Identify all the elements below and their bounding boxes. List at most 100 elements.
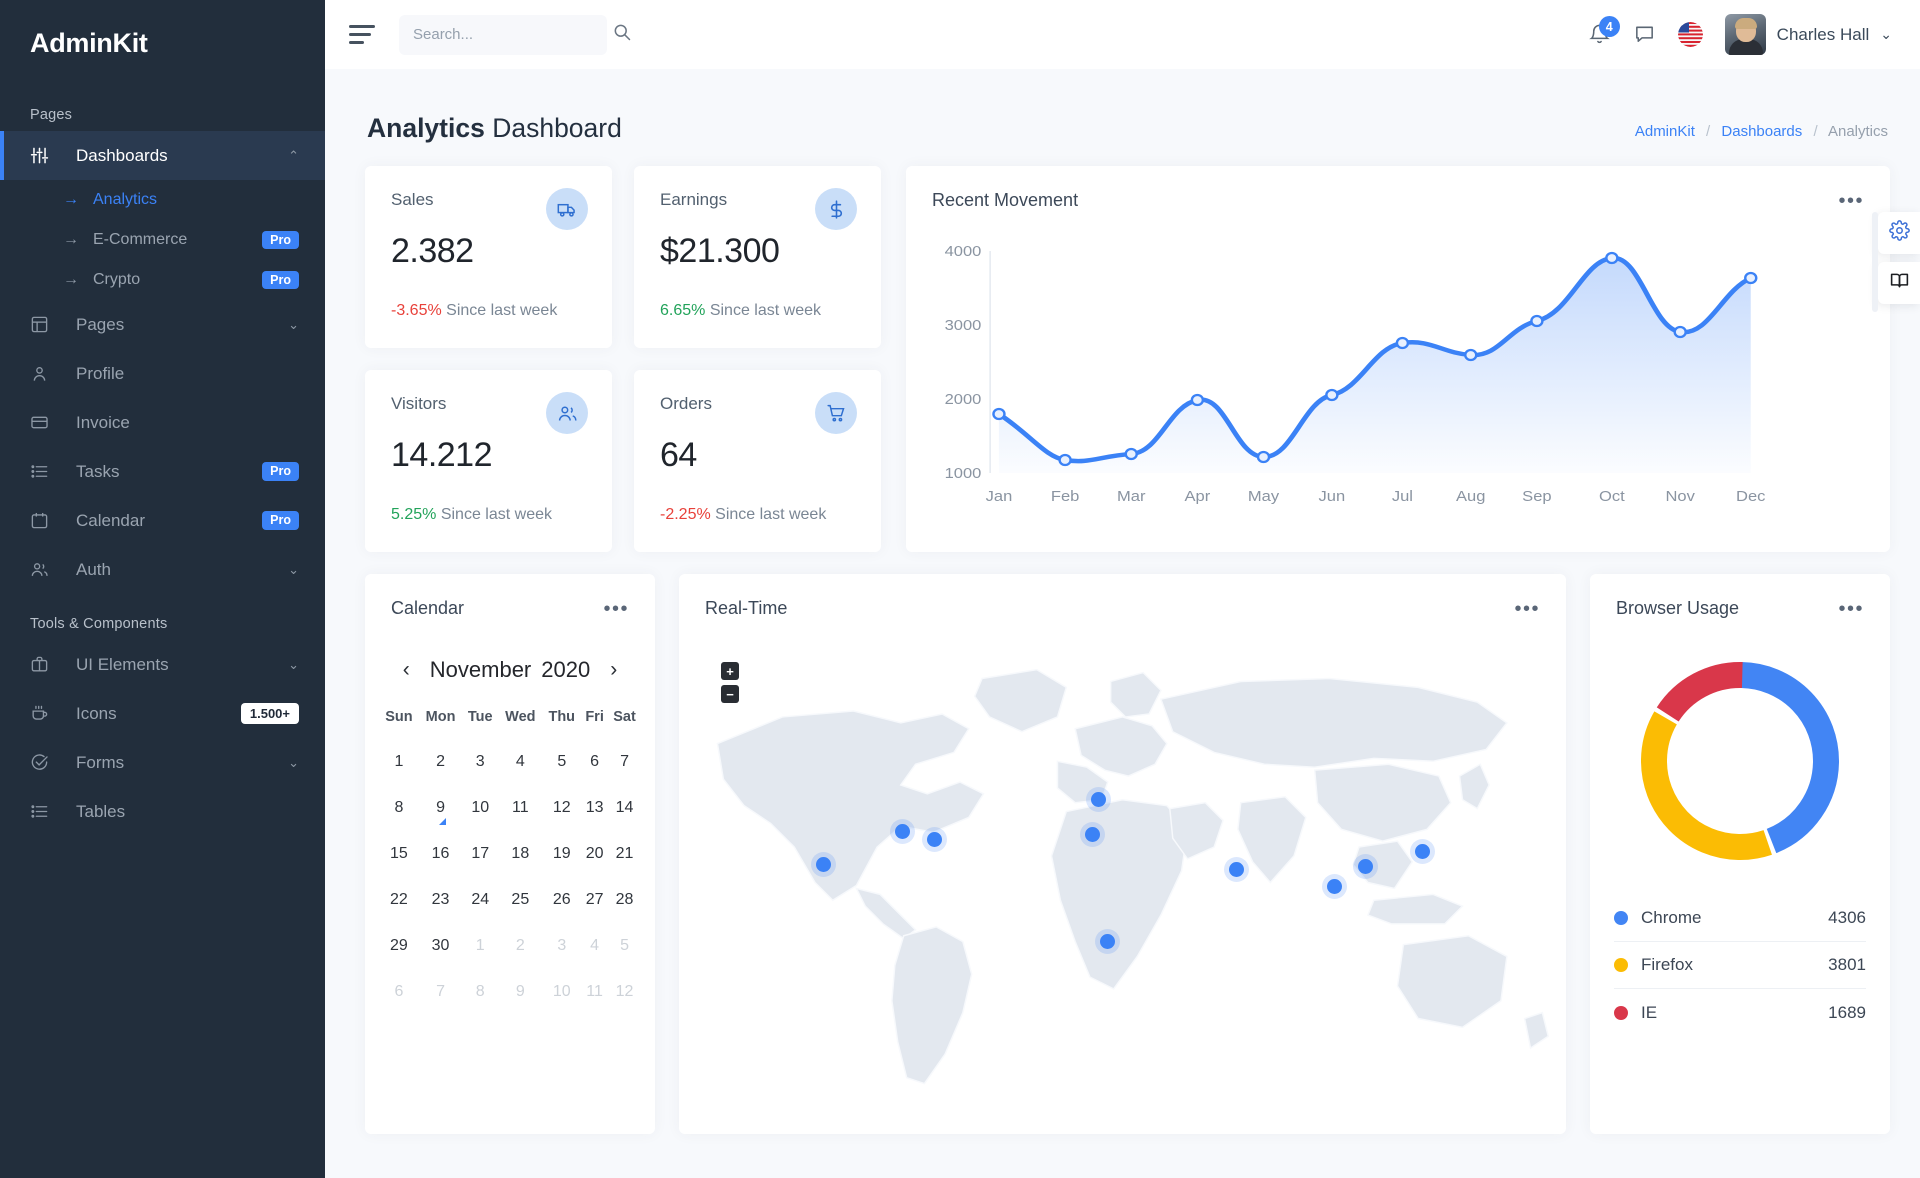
settings-button[interactable] (1878, 212, 1920, 254)
card-title: Calendar (391, 598, 464, 619)
stat-delta: 6.65% Since last week (660, 302, 821, 320)
sidebar-item-auth[interactable]: Auth ⌄ (0, 545, 325, 594)
calendar-day-cell[interactable]: 27 (581, 877, 608, 923)
calendar-day-cell[interactable]: 3 (542, 923, 581, 969)
card-menu-button[interactable]: ••• (603, 603, 629, 615)
svg-text:1000: 1000 (945, 466, 982, 482)
chevron-down-icon: ⌄ (288, 755, 299, 771)
card-menu-button[interactable]: ••• (1838, 195, 1864, 207)
calendar-day-cell[interactable]: 1 (462, 923, 498, 969)
map-zoom-in-button[interactable]: + (721, 662, 739, 680)
sidebar-item-dashboards[interactable]: Dashboards ⌃ (0, 131, 325, 180)
calendar-day-cell[interactable]: 8 (379, 785, 419, 831)
calendar-day-cell[interactable]: 9 (419, 785, 462, 831)
search-box[interactable] (399, 15, 607, 55)
main-area: 4 (325, 0, 1920, 1178)
calendar-day-cell[interactable]: 2 (498, 923, 542, 969)
calendar-day-cell[interactable]: 23 (419, 877, 462, 923)
world-map[interactable] (679, 634, 1566, 1134)
search-icon[interactable] (612, 22, 632, 47)
calendar-day-cell[interactable]: 5 (608, 923, 641, 969)
calendar-day-cell[interactable]: 16 (419, 831, 462, 877)
stat-card-earnings[interactable]: Earnings $21.300 6.65% Since last week (634, 166, 881, 348)
calendar-day-cell[interactable]: 18 (498, 831, 542, 877)
calendar-next-button[interactable]: › (606, 658, 621, 682)
calendar-day-cell[interactable]: 22 (379, 877, 419, 923)
breadcrumb-adminkit[interactable]: AdminKit (1635, 123, 1695, 140)
sidebar-item-tasks[interactable]: Tasks Pro (0, 447, 325, 496)
messages-button[interactable] (1633, 23, 1656, 46)
calendar-day-cell[interactable]: 11 (581, 969, 608, 1015)
calendar-day-cell[interactable]: 2 (419, 739, 462, 785)
calendar-day-cell[interactable]: 21 (608, 831, 641, 877)
calendar-day-cell[interactable]: 4 (498, 739, 542, 785)
calendar-day-cell[interactable]: 6 (379, 969, 419, 1015)
calendar-day-cell[interactable]: 6 (581, 739, 608, 785)
sidebar-item-forms[interactable]: Forms ⌄ (0, 738, 325, 787)
calendar-day-cell[interactable]: 17 (462, 831, 498, 877)
calendar-day-cell[interactable]: 25 (498, 877, 542, 923)
calendar-day-cell[interactable]: 28 (608, 877, 641, 923)
sidebar-subitem-ecommerce[interactable]: → E-Commerce Pro (0, 220, 325, 260)
notifications-button[interactable]: 4 (1588, 23, 1611, 46)
stat-delta: -2.25% Since last week (660, 506, 826, 524)
user-menu[interactable]: Charles Hall ⌄ (1725, 14, 1892, 55)
calendar-day-cell[interactable]: 7 (419, 969, 462, 1015)
calendar-day-cell[interactable]: 10 (462, 785, 498, 831)
stat-card-sales[interactable]: Sales 2.382 -3.65% Since last week (365, 166, 612, 348)
sidebar-subitem-crypto[interactable]: → Crypto Pro (0, 260, 325, 300)
map-zoom-out-button[interactable]: − (721, 685, 739, 703)
legend-value: 1689 (1828, 1003, 1866, 1023)
calendar-day-cell[interactable]: 5 (542, 739, 581, 785)
calendar-day-cell[interactable]: 1 (379, 739, 419, 785)
sidebar-subitem-analytics[interactable]: → Analytics (0, 180, 325, 220)
calendar-weekday: Fri (581, 703, 608, 739)
legend-item-ie: IE 1689 (1614, 989, 1866, 1036)
calendar-day-cell[interactable]: 15 (379, 831, 419, 877)
calendar-day-cell[interactable]: 12 (542, 785, 581, 831)
sidebar-item-profile[interactable]: Profile (0, 349, 325, 398)
calendar-day-cell[interactable]: 30 (419, 923, 462, 969)
stat-card-orders[interactable]: Orders 64 -2.25% Since last week (634, 370, 881, 552)
sidebar-subitem-label: Analytics (85, 191, 299, 209)
calendar-day-cell[interactable]: 11 (498, 785, 542, 831)
calendar-weekday: Sun (379, 703, 419, 739)
sidebar-item-invoice[interactable]: Invoice (0, 398, 325, 447)
sidebar-item-ui-elements[interactable]: UI Elements ⌄ (0, 640, 325, 689)
list-icon (30, 462, 56, 481)
language-flag-icon[interactable] (1678, 22, 1703, 47)
calendar-grid: Sun Mon Tue Wed Thu Fri Sat 123456789101… (379, 703, 641, 1015)
svg-text:Feb: Feb (1051, 489, 1080, 505)
calendar-day-cell[interactable]: 13 (581, 785, 608, 831)
calendar-day-cell[interactable]: 20 (581, 831, 608, 877)
browser-legend: Chrome 4306 Firefox 3801 IE 1689 (1590, 895, 1890, 1036)
calendar-day-cell[interactable]: 29 (379, 923, 419, 969)
calendar-day-cell[interactable]: 8 (462, 969, 498, 1015)
card-menu-button[interactable]: ••• (1514, 603, 1540, 615)
sidebar-item-calendar[interactable]: Calendar Pro (0, 496, 325, 545)
sidebar-toggle-button[interactable] (349, 25, 377, 44)
search-input[interactable] (413, 26, 612, 43)
calendar-day-cell[interactable]: 12 (608, 969, 641, 1015)
calendar-day-cell[interactable]: 9 (498, 969, 542, 1015)
stat-card-visitors[interactable]: Visitors 14.212 5.25% Since last week (365, 370, 612, 552)
calendar-day-cell[interactable]: 4 (581, 923, 608, 969)
sidebar-item-icons[interactable]: Icons 1.500+ (0, 689, 325, 738)
docs-button[interactable] (1878, 262, 1920, 304)
calendar-day-cell[interactable]: 24 (462, 877, 498, 923)
calendar-day-cell[interactable]: 10 (542, 969, 581, 1015)
sidebar-item-tables[interactable]: Tables (0, 787, 325, 836)
sidebar-item-pages[interactable]: Pages ⌄ (0, 300, 325, 349)
brand-logo[interactable]: AdminKit (0, 0, 325, 85)
calendar-day-cell[interactable]: 19 (542, 831, 581, 877)
calendar-day-cell[interactable]: 26 (542, 877, 581, 923)
chevron-up-icon: ⌃ (288, 148, 299, 164)
calendar-day-cell[interactable]: 7 (608, 739, 641, 785)
calendar-day-cell[interactable]: 3 (462, 739, 498, 785)
calendar-prev-button[interactable]: ‹ (399, 658, 414, 682)
map-marker (1327, 879, 1342, 894)
breadcrumb-dashboards[interactable]: Dashboards (1721, 123, 1802, 140)
calendar-day-cell[interactable]: 14 (608, 785, 641, 831)
stat-value: 2.382 (391, 232, 586, 271)
card-menu-button[interactable]: ••• (1838, 603, 1864, 615)
